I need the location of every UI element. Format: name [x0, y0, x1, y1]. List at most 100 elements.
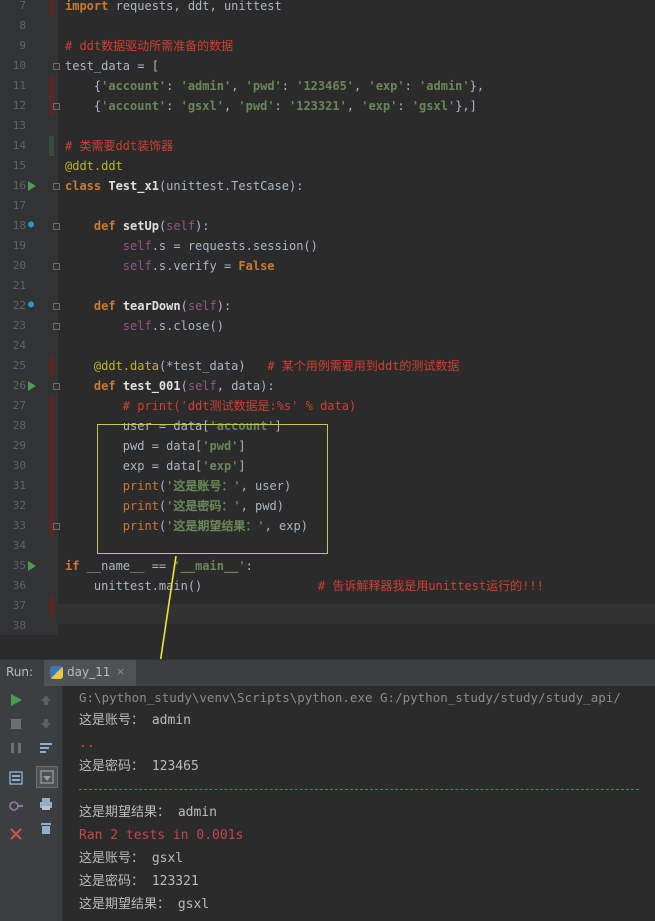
fold-icon[interactable] — [53, 63, 60, 70]
close-run-icon[interactable] — [8, 826, 24, 842]
code-token: },] — [455, 99, 477, 113]
console-line: 这是密码： 123321 — [79, 874, 199, 889]
code-token: self — [166, 219, 196, 233]
fold-icon[interactable] — [53, 103, 60, 110]
run-config-tab[interactable]: day_11 × — [44, 660, 136, 686]
line-number: 38 — [12, 619, 26, 632]
code-token: setUp — [122, 219, 159, 233]
line-number: 28 — [12, 419, 26, 432]
code-line[interactable]: def tearDown(self): — [65, 296, 231, 316]
run-toolbar — [0, 686, 63, 921]
code-token: , data): — [216, 379, 275, 393]
code-line[interactable]: def test_001(self, data): — [65, 376, 275, 396]
code-token: '__main__' — [173, 559, 246, 573]
clear-all-icon[interactable] — [38, 820, 54, 836]
run-gutter-icon[interactable] — [28, 381, 36, 391]
code-line[interactable]: self.s = requests.session() — [65, 236, 318, 256]
up-arrow-icon[interactable] — [38, 692, 54, 708]
line-number: 25 — [12, 359, 26, 372]
code-token: .s.close() — [151, 319, 224, 333]
code-line[interactable]: class Test_x1(unittest.TestCase): — [65, 176, 303, 196]
code-token: 'admin' — [180, 79, 232, 93]
code-token: : — [245, 559, 253, 573]
dump-threads-icon[interactable] — [8, 770, 24, 786]
code-token: self — [122, 259, 152, 273]
run-gutter-icon[interactable] — [28, 561, 36, 571]
scroll-to-end-toggle[interactable] — [36, 766, 58, 788]
separator-line — [79, 789, 639, 790]
code-token: self — [187, 379, 217, 393]
code-token: # print('ddt测试数据是:%s' % data) — [122, 399, 357, 413]
console-output[interactable]: G:\python_study\venv\Scripts\python.exe … — [63, 686, 655, 921]
code-token: unittest.main() — [65, 579, 318, 593]
line-number: 35 — [12, 559, 26, 572]
pause-icon[interactable] — [8, 740, 24, 756]
code-token: self — [122, 239, 152, 253]
console-line: G:\python_study\venv\Scripts\python.exe … — [79, 690, 621, 705]
fold-icon[interactable] — [53, 303, 60, 310]
code-token: @ddt.data — [93, 359, 159, 373]
code-line[interactable]: import requests, ddt, unittest — [65, 0, 282, 16]
code-token: self — [122, 319, 152, 333]
code-line[interactable]: @ddt.ddt — [65, 156, 123, 176]
line-number: 9 — [19, 39, 26, 52]
print-icon[interactable] — [38, 796, 54, 812]
code-token: .s = requests.session() — [151, 239, 318, 253]
code-line[interactable]: @ddt.data(*test_data) # 某个用例需要用到ddt的测试数据 — [65, 356, 460, 376]
override-icon[interactable]: ● — [28, 219, 34, 230]
code-editor[interactable]: 7 import requests, ddt, unittest 8 9 # ddt数据… — [0, 0, 655, 635]
code-line[interactable]: {'account': 'admin', 'pwd': '123465', 'e… — [65, 76, 484, 96]
code-token: (unittest.TestCase): — [158, 179, 304, 193]
line-number: 36 — [12, 579, 26, 592]
code-token: class — [65, 179, 109, 193]
line-number: 33 — [12, 519, 26, 532]
line-number: 11 — [12, 79, 26, 92]
fold-icon[interactable] — [53, 223, 60, 230]
override-icon[interactable]: ● — [28, 299, 34, 310]
soft-wrap-icon[interactable] — [38, 740, 54, 756]
code-token: def — [93, 299, 123, 313]
stop-icon[interactable] — [8, 716, 24, 732]
code-token: ( — [180, 299, 188, 313]
line-number: 13 — [12, 119, 26, 132]
change-marker — [49, 436, 54, 456]
change-marker — [49, 136, 54, 156]
fold-icon[interactable] — [53, 183, 60, 190]
console-line: 这是期望结果： admin — [79, 805, 217, 820]
code-token: # 告诉解释器我是用unittest运行的!!! — [317, 579, 544, 593]
settings-icon[interactable] — [8, 798, 24, 814]
code-token: ( — [180, 379, 188, 393]
code-token: test_data = [ — [65, 59, 159, 73]
fold-icon[interactable] — [53, 263, 60, 270]
code-line[interactable]: {'account': 'gsxl', 'pwd': '123321', 'ex… — [65, 96, 477, 116]
code-line[interactable]: # print('ddt测试数据是:%s' % data) — [65, 396, 356, 416]
code-token: Test_x1 — [108, 179, 159, 193]
code-token: : — [281, 79, 297, 93]
code-line[interactable]: def setUp(self): — [65, 216, 210, 236]
rerun-icon[interactable] — [8, 692, 24, 708]
code-line[interactable]: if __name__ == '__main__': — [65, 556, 253, 576]
code-token: self — [187, 299, 217, 313]
run-gutter-icon[interactable] — [28, 181, 36, 191]
code-line[interactable]: # ddt数据驱动所需准备的数据 — [65, 36, 233, 56]
code-token: test_001 — [122, 379, 181, 393]
fold-icon[interactable] — [53, 383, 60, 390]
highlight-box — [97, 424, 328, 554]
code-token: , — [354, 79, 369, 93]
close-tab-icon[interactable]: × — [116, 665, 125, 678]
code-token: '123465' — [296, 79, 355, 93]
code-token: ): — [195, 219, 210, 233]
code-line[interactable]: test_data = [ — [65, 56, 159, 76]
code-line[interactable]: unittest.main() # 告诉解释器我是用unittest运行的!!! — [65, 576, 544, 596]
fold-icon[interactable] — [53, 323, 60, 330]
line-number: 19 — [12, 239, 26, 252]
down-arrow-icon[interactable] — [38, 716, 54, 732]
code-line[interactable]: self.s.verify = False — [65, 256, 275, 276]
fold-icon[interactable] — [53, 523, 60, 530]
code-line[interactable]: # 类需要ddt装饰器 — [65, 136, 173, 156]
line-number: 24 — [12, 339, 26, 352]
line-number: 21 — [12, 279, 26, 292]
code-line[interactable]: self.s.close() — [65, 316, 224, 336]
